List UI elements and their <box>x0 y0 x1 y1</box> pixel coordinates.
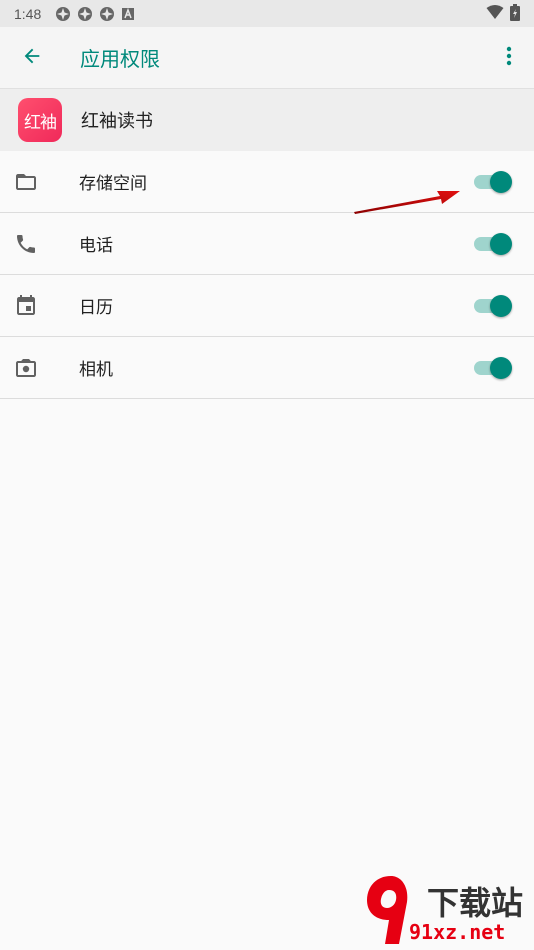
status-time: 1:48 <box>14 5 42 22</box>
watermark: 下载站 91xz.net <box>359 872 534 950</box>
permission-label: 电话 <box>79 236 113 256</box>
permission-toggle-calendar[interactable] <box>474 294 512 318</box>
app-bar: 应用权限 <box>0 27 534 89</box>
status-bar: 1:48 <box>0 0 534 27</box>
keyboard-a-icon <box>121 7 135 21</box>
app-logo: 红袖 <box>18 98 62 142</box>
folder-icon <box>0 151 54 213</box>
annotation-arrow <box>354 191 460 214</box>
watermark-url: 91xz.net <box>409 920 506 944</box>
phone-icon <box>0 213 54 275</box>
app-name: 红袖读书 <box>81 111 153 132</box>
permission-row-camera[interactable]: 相机 <box>0 337 534 399</box>
permission-toggle-camera[interactable] <box>474 356 512 380</box>
more-vert-icon <box>506 46 512 70</box>
permission-label: 相机 <box>79 360 113 380</box>
app-logo-text: 红袖 <box>24 112 57 133</box>
toggle-thumb <box>490 170 512 193</box>
toggle-thumb <box>490 294 512 317</box>
app-notification-icon <box>99 6 115 22</box>
page-title: 应用权限 <box>80 47 160 71</box>
permission-label: 存储空间 <box>79 174 147 194</box>
calendar-icon <box>0 275 54 337</box>
app-notification-icon <box>55 6 71 22</box>
permission-toggle-storage[interactable] <box>474 170 512 194</box>
back-button[interactable] <box>0 27 64 89</box>
arrow-back-icon <box>21 45 43 71</box>
more-options-button[interactable] <box>484 27 534 89</box>
permission-row-calendar[interactable]: 日历 <box>0 275 534 337</box>
camera-icon <box>0 337 54 399</box>
permission-label: 日历 <box>79 298 113 318</box>
app-header: 红袖 红袖读书 <box>0 89 534 151</box>
permission-row-phone[interactable]: 电话 <box>0 213 534 275</box>
toggle-thumb <box>490 232 512 255</box>
wifi-icon <box>486 4 504 23</box>
battery-icon <box>510 3 520 24</box>
watermark-text: 下载站 <box>427 884 524 922</box>
permission-toggle-phone[interactable] <box>474 232 512 256</box>
toggle-thumb <box>490 356 512 379</box>
app-notification-icon <box>77 6 93 22</box>
